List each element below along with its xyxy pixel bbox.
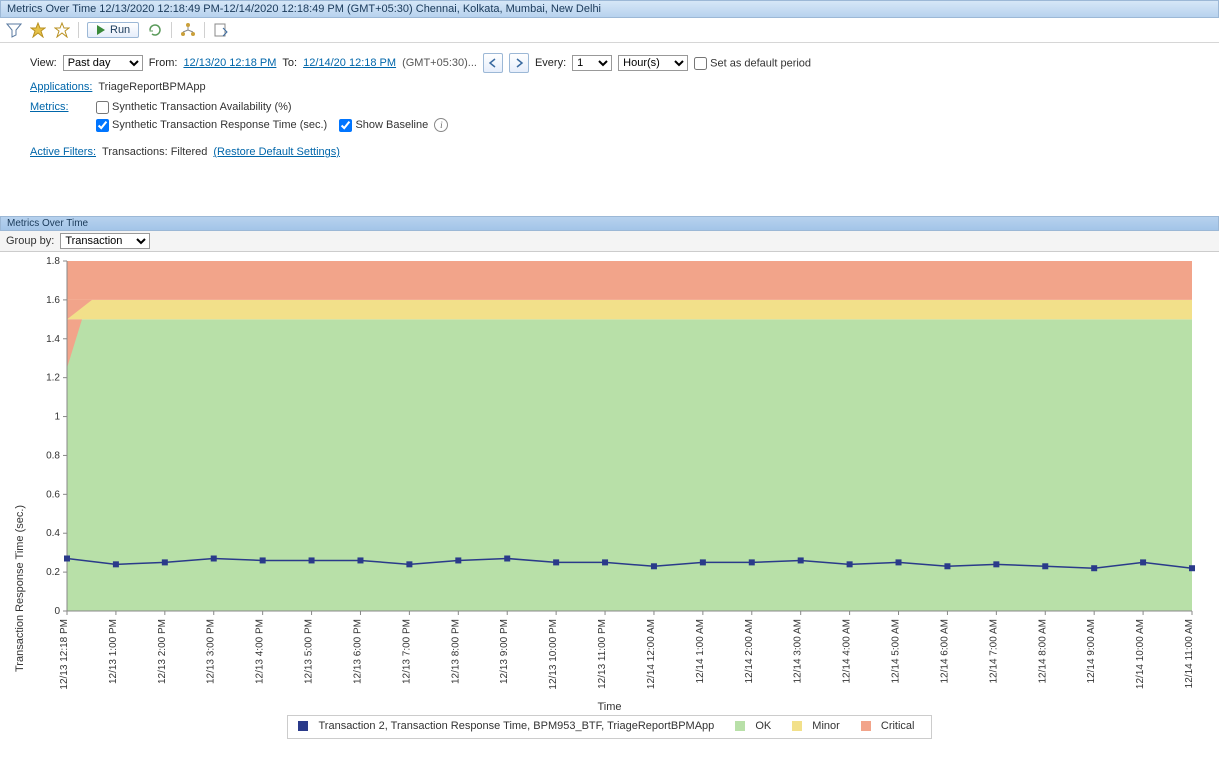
favorite-add-icon[interactable] [54, 22, 70, 38]
view-select[interactable]: Past day [63, 55, 143, 71]
svg-text:0.8: 0.8 [46, 450, 60, 461]
svg-text:12/13 5:00 PM: 12/13 5:00 PM [304, 619, 315, 684]
window-titlebar: Metrics Over Time 12/13/2020 12:18:49 PM… [0, 0, 1219, 18]
default-period-checkbox[interactable] [694, 57, 707, 70]
svg-text:12/14 10:00 AM: 12/14 10:00 AM [1135, 619, 1146, 689]
svg-text:0.6: 0.6 [46, 489, 60, 500]
svg-text:1.6: 1.6 [46, 295, 60, 306]
y-axis-label: Transaction Response Time (sec.) [14, 505, 26, 672]
run-button[interactable]: Run [87, 22, 139, 38]
applications-value: TriageReportBPMApp [98, 81, 205, 93]
svg-text:1.8: 1.8 [46, 256, 60, 267]
restore-defaults-link[interactable]: (Restore Default Settings) [213, 146, 340, 158]
applications-link[interactable]: Applications: [30, 81, 92, 93]
refresh-icon[interactable] [147, 22, 163, 38]
svg-text:12/14 5:00 AM: 12/14 5:00 AM [891, 619, 902, 684]
metrics-chart: 0 0.2 0.4 0.6 0.8 1 1.2 1.4 1.6 1.8 12/13 12:18 PM… [12, 256, 1202, 696]
groupby-select[interactable]: Transaction [60, 233, 150, 249]
every-label: Every: [535, 57, 566, 69]
favorite-icon[interactable] [30, 22, 46, 38]
chart-container: Transaction Response Time (sec.) 0 0.2 0.4… [0, 252, 1219, 753]
chart-panel-title: Metrics Over Time [0, 216, 1219, 231]
svg-text:12/13 4:00 PM: 12/13 4:00 PM [255, 619, 266, 684]
svg-text:12/13 11:00 PM: 12/13 11:00 PM [597, 619, 608, 689]
chart-panel-toolbar: Group by: Transaction [0, 231, 1219, 252]
svg-text:0: 0 [54, 606, 60, 617]
from-date-link[interactable]: 12/13/20 12:18 PM [183, 57, 276, 69]
main-toolbar: Run [0, 18, 1219, 43]
every-unit-select[interactable]: Hour(s) [618, 55, 688, 71]
metric-availability[interactable]: Synthetic Transaction Availability (%) [96, 101, 292, 113]
info-icon[interactable]: i [434, 118, 448, 132]
svg-text:12/14 2:00 AM: 12/14 2:00 AM [744, 619, 755, 684]
legend-ok: OK [735, 720, 777, 732]
svg-text:12/14 9:00 AM: 12/14 9:00 AM [1086, 619, 1097, 684]
svg-text:12/13 6:00 PM: 12/13 6:00 PM [352, 619, 363, 684]
svg-text:12/13 1:00 PM: 12/13 1:00 PM [108, 619, 119, 684]
svg-text:1.4: 1.4 [46, 334, 60, 345]
toolbar-separator [171, 22, 172, 38]
svg-text:12/14 12:00 AM: 12/14 12:00 AM [646, 619, 657, 689]
metric-response-time[interactable]: Synthetic Transaction Response Time (sec… [96, 119, 327, 131]
svg-text:12/13 10:00 PM: 12/13 10:00 PM [548, 619, 559, 690]
filter-panel: View: Past day From: 12/13/20 12:18 PM T… [0, 43, 1219, 176]
active-filters-text: Transactions: Filtered [102, 146, 207, 158]
svg-text:12/13 2:00 PM: 12/13 2:00 PM [157, 619, 168, 684]
svg-text:12/13 8:00 PM: 12/13 8:00 PM [450, 619, 461, 684]
svg-text:12/13 3:00 PM: 12/13 3:00 PM [206, 619, 217, 684]
show-baseline-checkbox[interactable] [339, 119, 352, 132]
active-filters-link[interactable]: Active Filters: [30, 146, 96, 158]
show-baseline[interactable]: Show Baseline [339, 119, 428, 131]
svg-text:12/14 3:00 AM: 12/14 3:00 AM [793, 619, 804, 684]
metric-response-checkbox[interactable] [96, 119, 109, 132]
default-period-label[interactable]: Set as default period [694, 57, 811, 70]
to-date-link[interactable]: 12/14/20 12:18 PM [303, 57, 396, 69]
svg-text:12/14 4:00 AM: 12/14 4:00 AM [842, 619, 853, 684]
timezone-text: (GMT+05:30)... [402, 57, 477, 69]
toolbar-separator [204, 22, 205, 38]
x-axis-label: Time [12, 701, 1207, 713]
view-label: View: [30, 57, 57, 69]
svg-text:12/13 9:00 PM: 12/13 9:00 PM [499, 619, 510, 684]
svg-text:1.2: 1.2 [46, 373, 60, 384]
filter-icon[interactable] [6, 22, 22, 38]
svg-text:12/14 6:00 AM: 12/14 6:00 AM [939, 619, 950, 684]
export-icon[interactable] [213, 22, 229, 38]
groupby-label: Group by: [6, 235, 54, 247]
svg-text:0.4: 0.4 [46, 528, 60, 539]
svg-text:12/14 7:00 AM: 12/14 7:00 AM [988, 619, 999, 684]
hierarchy-icon[interactable] [180, 22, 196, 38]
legend-series-1: Transaction 2, Transaction Response Time… [298, 720, 720, 732]
svg-text:12/13 7:00 PM: 12/13 7:00 PM [401, 619, 412, 684]
from-label: From: [149, 57, 178, 69]
metrics-link[interactable]: Metrics: [30, 101, 90, 113]
svg-text:12/14 11:00 AM: 12/14 11:00 AM [1184, 619, 1195, 688]
svg-text:0.2: 0.2 [46, 567, 60, 578]
svg-text:1: 1 [54, 412, 60, 423]
metric-availability-checkbox[interactable] [96, 101, 109, 114]
svg-text:12/14 1:00 AM: 12/14 1:00 AM [695, 619, 706, 684]
prev-period-button[interactable] [483, 53, 503, 73]
legend-critical: Critical [861, 720, 921, 732]
next-period-button[interactable] [509, 53, 529, 73]
to-label: To: [282, 57, 297, 69]
legend-minor: Minor [792, 720, 846, 732]
every-n-select[interactable]: 1 [572, 55, 612, 71]
svg-text:12/13 12:18 PM: 12/13 12:18 PM [59, 619, 70, 690]
run-label: Run [110, 24, 130, 36]
toolbar-separator [78, 22, 79, 38]
play-icon [96, 25, 106, 35]
chart-legend: Transaction 2, Transaction Response Time… [287, 715, 931, 739]
svg-text:12/14 8:00 AM: 12/14 8:00 AM [1037, 619, 1048, 684]
